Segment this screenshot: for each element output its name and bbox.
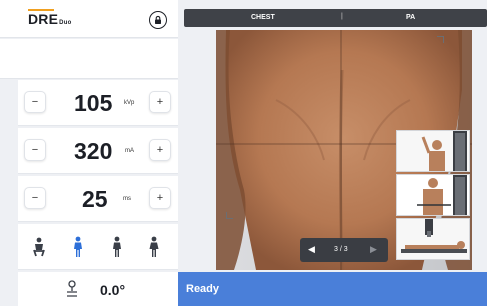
tube-angle-value: 0.0° xyxy=(100,282,126,298)
thumbnail-1[interactable] xyxy=(396,130,470,172)
position-standing-icon-active[interactable] xyxy=(70,236,86,258)
ma-unit: mA xyxy=(125,148,134,154)
patient-position-selector xyxy=(18,224,178,270)
thumbnail-standing-pa xyxy=(417,175,467,215)
collimator-corner-mark xyxy=(226,212,233,219)
exam-header: CHEST | PA xyxy=(184,9,487,27)
header-separator: | xyxy=(341,13,343,20)
tube-angle-icon xyxy=(67,280,77,297)
logo-main-text: DRE xyxy=(28,11,59,27)
ms-decrease-button[interactable]: − xyxy=(24,187,46,209)
position-standing-icon-alt[interactable] xyxy=(146,236,162,258)
status-bar: Ready xyxy=(178,272,487,306)
ms-row: − 25 ms + xyxy=(18,176,178,222)
pager-text: 3 / 3 xyxy=(334,246,348,253)
view-label[interactable]: PA xyxy=(406,14,415,21)
ma-row: − 320 mA + xyxy=(18,128,178,174)
ms-unit: ms xyxy=(123,196,131,202)
logo-sub-text: Duo xyxy=(59,20,72,26)
chevron-left-icon[interactable]: ◀ xyxy=(308,244,315,255)
ma-value: 320 xyxy=(74,138,113,164)
ms-increase-button[interactable]: + xyxy=(149,187,171,209)
thumbnail-lying xyxy=(401,219,467,253)
status-text: Ready xyxy=(186,283,220,295)
collimator-corner-mark xyxy=(437,36,444,43)
thumbnail-3[interactable] xyxy=(396,218,470,260)
app-logo: DREDuo xyxy=(28,11,71,27)
ma-decrease-button[interactable]: − xyxy=(24,139,46,161)
lock-button[interactable] xyxy=(149,11,167,29)
position-lying-icon[interactable] xyxy=(31,236,47,258)
position-standing-icon[interactable] xyxy=(109,236,125,258)
kvp-decrease-button[interactable]: − xyxy=(24,91,46,113)
tube-angle-row: 0.0° xyxy=(18,272,178,306)
thumbnail-2[interactable] xyxy=(396,174,470,216)
ms-value: 25 xyxy=(82,186,108,212)
control-panel: DREDuo ER20250903110009064 IDER202509031… xyxy=(0,0,178,306)
kvp-increase-button[interactable]: + xyxy=(149,91,171,113)
kvp-value: 105 xyxy=(74,90,113,116)
image-pager: ◀ 3 / 3 ▶ xyxy=(300,238,388,262)
chevron-right-icon[interactable]: ▶ xyxy=(370,244,377,255)
lock-icon xyxy=(155,15,161,24)
app-header: DREDuo xyxy=(0,0,178,38)
anatomy-label[interactable]: CHEST xyxy=(251,14,275,21)
kvp-unit: kVp xyxy=(124,100,135,106)
patient-card[interactable]: ER20250903110009064 IDER2025090311000906… xyxy=(0,39,178,106)
ma-increase-button[interactable]: + xyxy=(149,139,171,161)
kvp-row: − 105 kVp + xyxy=(18,80,178,126)
thumbnail-standing-arm-up xyxy=(421,131,467,171)
